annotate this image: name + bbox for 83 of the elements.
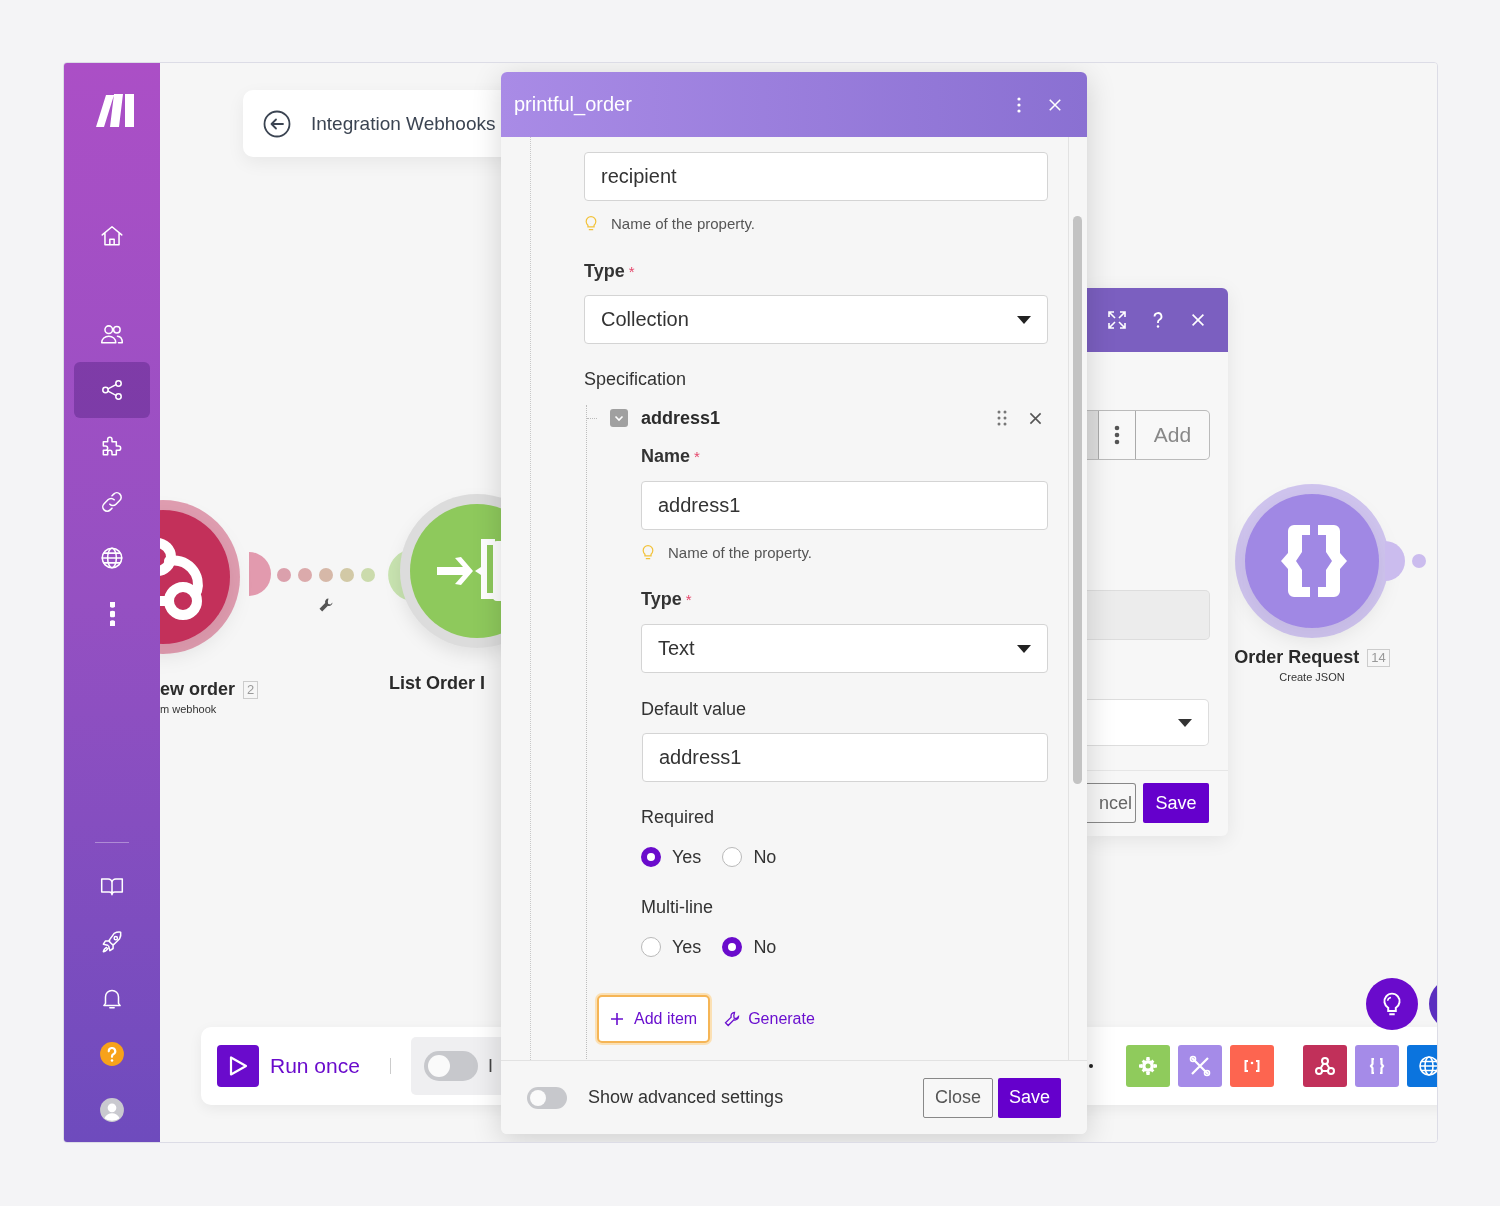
caret-icon [1017,644,1031,653]
share-icon [99,377,125,403]
expand-toggle[interactable] [610,409,628,427]
field-label: Default value [641,698,747,720]
lightbulb-icon [641,543,655,561]
hint-text: Name of the property. [668,543,812,561]
default-value-field[interactable]: address1 [642,733,1048,782]
scenario-title: Integration Webhooks [311,112,496,135]
close-icon [1029,411,1042,425]
close-button[interactable]: Close [922,1077,993,1118]
section-label: Specification [584,368,688,390]
link-icon [99,489,125,515]
select-field[interactable] [1087,699,1209,746]
module-count: 14 [1367,648,1390,667]
gear-button[interactable] [1126,1045,1170,1087]
webhook-icon [1313,1054,1337,1078]
select-field[interactable]: Collection [584,295,1048,344]
field-label: Required [641,806,715,828]
required-mark: * [628,262,635,282]
option-label: Yes [672,936,702,958]
help-icon [99,1041,125,1067]
generate-button[interactable]: Generate [724,1010,815,1028]
wrench-icon [318,597,334,613]
sidebar-item[interactable] [74,362,150,418]
radio-button[interactable] [641,847,661,867]
braces-button[interactable] [1355,1045,1399,1087]
field-label: Type [641,588,682,610]
caret-icon [1178,718,1192,727]
scrollbar[interactable] [1073,216,1082,784]
back-button[interactable] [263,109,291,138]
tools-button[interactable] [1178,1045,1222,1087]
save-button[interactable]: Save [997,1077,1061,1118]
module-title: List Order I [389,673,486,694]
globe-icon [99,545,125,571]
dialog-title: printful_order [514,93,632,116]
avatar-icon [99,1097,125,1123]
module-subtitle: Create JSON [1279,671,1345,683]
input-field[interactable] [1087,590,1210,640]
radio-button[interactable] [641,937,661,957]
hint-text: Name of the property. [611,214,755,232]
module-subtitle: m webhook [160,703,217,715]
name-field[interactable]: address1 [641,481,1048,530]
tools-icon [1188,1054,1212,1078]
wrench-icon [724,1011,741,1027]
name-field[interactable]: recipient [584,152,1048,201]
more-icon [1017,96,1021,113]
save-button[interactable]: Save [1143,783,1209,823]
toggle-label: Show advanced settings [588,1087,784,1108]
module-title: ew order [160,679,236,700]
field-label: Type [584,260,625,282]
item-title: address1 [641,407,721,429]
more-icon [1114,425,1120,445]
option-label: Yes [672,846,702,868]
toggle-switch[interactable] [423,1051,478,1081]
radio-button[interactable] [722,847,743,867]
more-icon [109,602,115,626]
module-count: 2 [243,680,259,699]
plus-icon [610,1012,624,1026]
radio-button[interactable] [722,937,743,957]
scheduling-label: I [487,1055,493,1077]
lightbulb-button[interactable] [1366,978,1418,1030]
option-label: No [753,936,777,958]
field-label: Multi-line [641,896,714,918]
brackets-button[interactable] [1230,1045,1274,1087]
field-label: Name [641,445,691,467]
option-label: No [753,846,777,868]
expand-icon [1107,310,1127,330]
lightbulb-icon [584,214,598,232]
select-field[interactable]: Text [641,624,1048,673]
required-mark: * [694,447,700,467]
toggle-switch[interactable] [527,1086,567,1109]
drag-handle-icon [997,410,1007,426]
caret-icon [1017,315,1031,324]
module-title: Order Request [1234,647,1360,668]
gear-icon [1136,1054,1160,1078]
close-icon [1048,97,1062,112]
required-mark: * [685,590,692,610]
play-icon [228,1055,248,1077]
close-icon [1189,311,1207,329]
run-once-button[interactable]: Run once [217,1045,360,1087]
cancel-button[interactable]: ncel [1087,783,1136,823]
add-item-button[interactable]: Add item [597,995,711,1043]
webhook-button[interactable] [1303,1045,1347,1087]
